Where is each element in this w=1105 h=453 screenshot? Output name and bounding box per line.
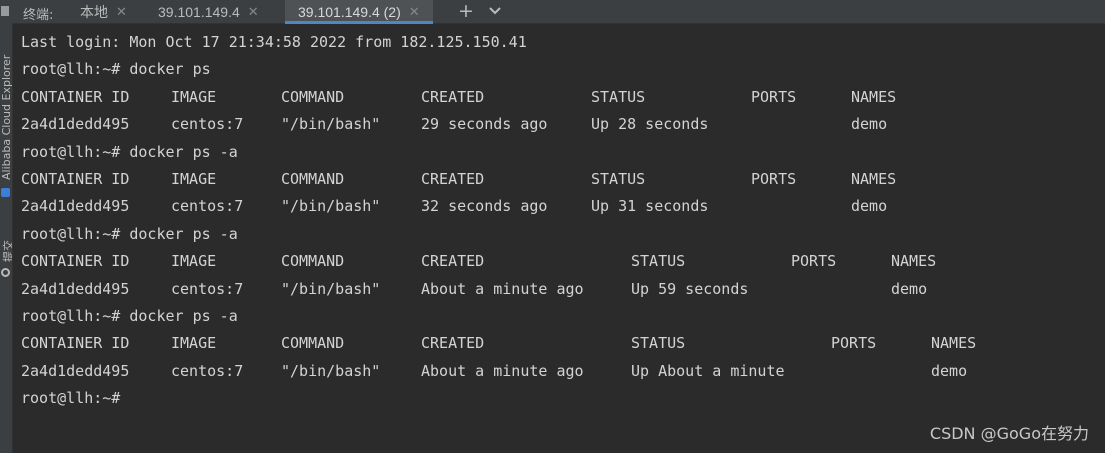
column-header: PORTS [831,334,877,353]
table-cell: "/bin/bash" [281,115,381,134]
column-header: IMAGE [171,334,217,353]
command-prompt-line: root@llh:~# docker ps -a [21,307,238,325]
table-cell: Up About a minute [631,361,785,380]
login-line: Last login: Mon Oct 17 21:34:58 2022 fro… [21,33,527,51]
table-cell: Up 28 seconds [591,115,709,134]
tool-window-icon[interactable] [1,6,9,16]
column-header: PORTS [751,170,797,188]
column-header: STATUS [591,87,646,106]
table-cell: 32 seconds ago [421,197,548,216]
table-cell: centos:7 [171,361,244,380]
table-cell: centos:7 [171,115,244,134]
terminal-tab-bar: 终端: 本地 ✕ 39.101.149.4 ✕ 39.101.149.4 (2)… [12,0,1105,24]
watermark: CSDN @GoGo在努力 [929,424,1089,443]
column-header: STATUS [631,252,686,271]
table-cell: centos:7 [171,279,244,298]
column-header: NAMES [891,252,937,271]
table-cell: demo [891,279,928,298]
column-header: COMMAND [281,252,345,271]
column-header: PORTS [791,252,837,271]
column-header: COMMAND [281,170,345,188]
table-cell: About a minute ago [421,279,584,298]
table-cell: 2a4d1dedd495 [21,361,130,380]
side-tool-strip: Alibaba Cloud Explorer 提交 [0,0,13,453]
column-header: STATUS [631,334,686,353]
table-cell: "/bin/bash" [281,361,381,380]
column-header: NAMES [851,170,897,188]
tab-label: 39.101.149.4 [158,3,240,20]
commit-icon [1,268,10,277]
table-cell: 2a4d1dedd495 [21,115,130,134]
command-prompt-line: root@llh:~# docker ps -a [21,224,238,243]
column-header: CONTAINER ID [21,87,130,106]
column-header: PORTS [751,87,797,106]
column-header: IMAGE [171,252,217,271]
plus-icon[interactable]: + [458,1,474,21]
column-header: STATUS [591,170,646,188]
table-cell: 2a4d1dedd495 [21,197,130,216]
table-cell: "/bin/bash" [281,197,381,216]
tab-server-2[interactable]: 39.101.149.4 (2) ✕ [285,0,433,24]
command-prompt-line: root@llh:~# docker ps [21,60,211,79]
tab-label: 39.101.149.4 (2) [298,3,401,20]
column-header: COMMAND [281,334,345,353]
column-header: NAMES [851,87,897,106]
table-cell: Up 31 seconds [591,197,709,216]
column-header: CONTAINER ID [21,334,130,353]
terminal-label: 终端: [23,8,54,23]
column-header: COMMAND [281,87,345,106]
column-header: CREATED [421,170,485,188]
tab-local[interactable]: 本地 ✕ [80,0,127,23]
column-header: CONTAINER ID [21,252,130,271]
table-cell: demo [931,361,968,380]
column-header: CREATED [421,334,485,353]
terminal-output[interactable]: Last login: Mon Oct 17 21:34:58 2022 fro… [21,32,1105,407]
close-icon[interactable]: ✕ [409,5,420,18]
close-icon[interactable]: ✕ [248,5,259,18]
table-cell: About a minute ago [421,361,584,380]
tab-server-1[interactable]: 39.101.149.4 ✕ [158,0,259,23]
table-cell: 29 seconds ago [421,115,548,134]
column-header: CONTAINER ID [21,170,130,188]
alibaba-cloud-icon [1,188,10,197]
column-header: IMAGE [171,170,217,188]
column-header: CREATED [421,87,485,106]
table-cell: centos:7 [171,197,244,216]
table-cell: "/bin/bash" [281,279,381,298]
sidebar-item-commit[interactable]: 提交 [0,240,12,262]
sidebar-item-alibaba-cloud-explorer[interactable]: Alibaba Cloud Explorer [0,55,12,180]
chevron-down-icon[interactable] [488,5,502,17]
tab-label: 本地 [80,3,108,20]
column-header: CREATED [421,252,485,271]
table-cell: Up 59 seconds [631,279,749,298]
table-cell: demo [851,115,888,134]
close-icon[interactable]: ✕ [116,5,127,18]
column-header: NAMES [931,334,977,353]
command-prompt-line: root@llh:~# [21,389,121,408]
table-cell: demo [851,197,888,216]
command-prompt-line: root@llh:~# docker ps -a [21,142,238,161]
table-cell: 2a4d1dedd495 [21,279,130,298]
column-header: IMAGE [171,87,217,106]
